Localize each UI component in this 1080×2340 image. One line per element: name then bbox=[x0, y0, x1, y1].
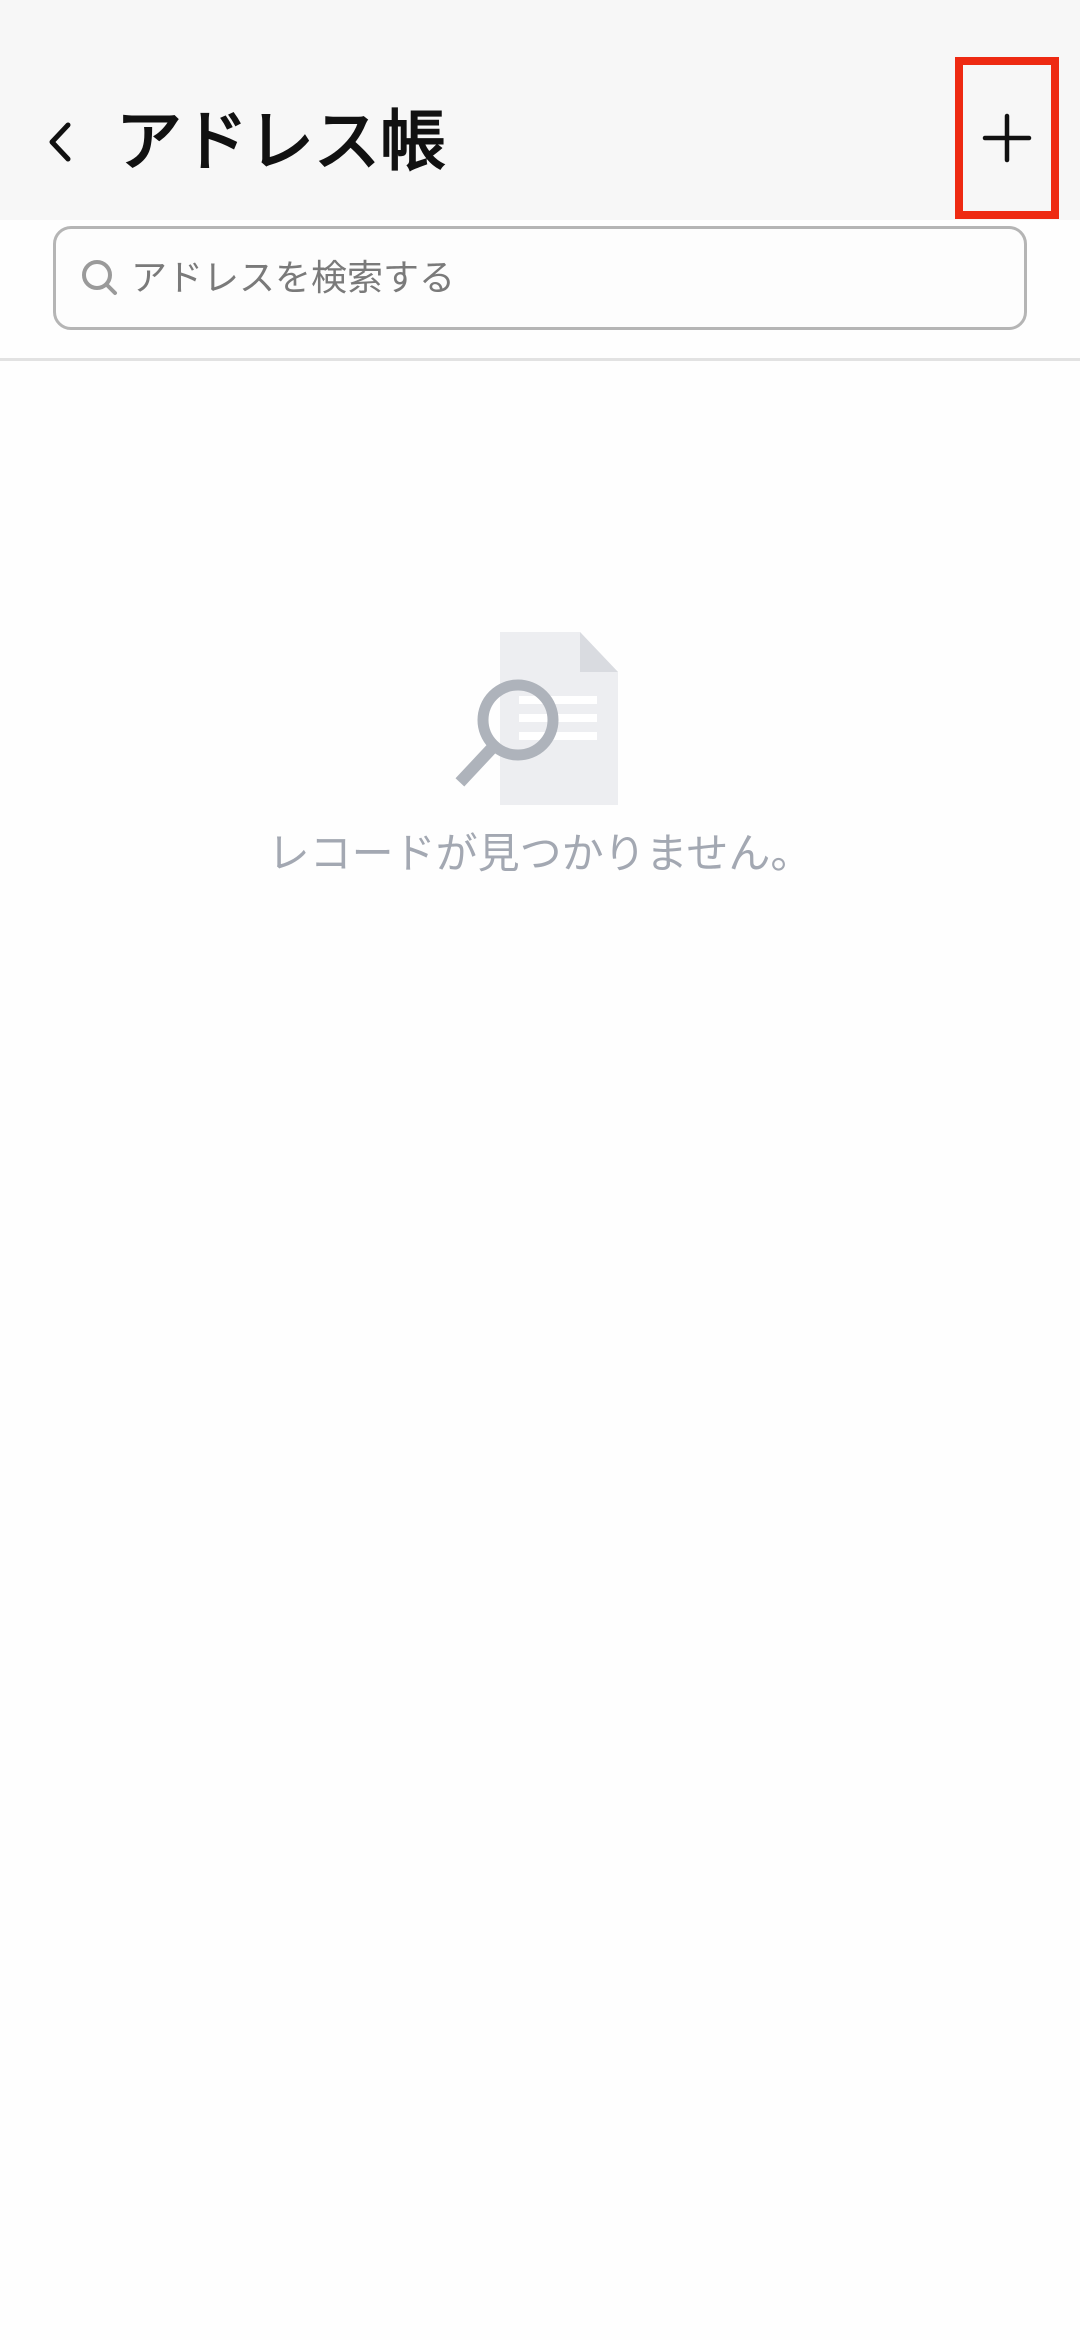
document-search-icon bbox=[455, 630, 625, 810]
header-divider bbox=[0, 358, 1080, 361]
back-button[interactable] bbox=[24, 100, 96, 184]
empty-state-message: レコードが見つかりません。 bbox=[267, 829, 813, 878]
search-bar[interactable] bbox=[53, 226, 1027, 330]
chevron-left-icon bbox=[49, 122, 71, 162]
page-title: アドレス帳 bbox=[116, 103, 446, 180]
search-input[interactable] bbox=[131, 238, 991, 318]
add-address-button[interactable] bbox=[955, 57, 1059, 219]
search-icon bbox=[79, 257, 121, 299]
plus-icon bbox=[982, 113, 1032, 163]
app-header: アドレス帳 bbox=[0, 0, 1080, 330]
